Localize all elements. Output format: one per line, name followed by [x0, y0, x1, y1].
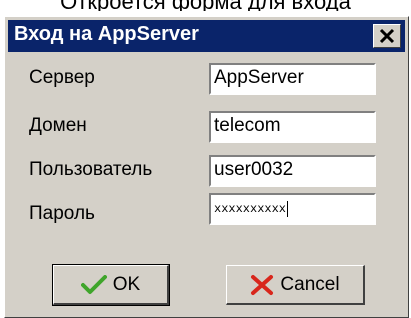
text-caret — [287, 201, 289, 217]
close-icon — [379, 28, 395, 44]
background-partial-text: Откроется форма для входа — [0, 0, 411, 11]
username-field[interactable]: user0032 — [209, 155, 376, 187]
password-mask: xxxxxxxxxx — [214, 202, 287, 217]
title-bar: Вход на AppServer — [8, 20, 405, 52]
server-label: Сервер — [29, 67, 95, 88]
username-label: Пользователь — [29, 159, 153, 180]
x-icon — [251, 274, 274, 295]
password-label: Пароль — [29, 203, 95, 224]
checkmark-icon — [80, 274, 107, 294]
domain-field[interactable]: telecom — [209, 111, 376, 143]
ok-button[interactable]: OK — [52, 264, 170, 306]
close-button[interactable] — [373, 24, 401, 48]
ok-label: OK — [112, 273, 141, 295]
server-field[interactable]: AppServer — [209, 63, 376, 95]
cancel-label: Cancel — [280, 273, 340, 295]
domain-label: Домен — [29, 115, 87, 136]
login-dialog: Вход на AppServer Сервер AppServer Домен… — [4, 16, 409, 318]
cancel-button[interactable]: Cancel — [226, 265, 365, 305]
password-field[interactable]: xxxxxxxxxx — [209, 193, 376, 225]
dialog-title: Вход на AppServer — [14, 23, 199, 45]
